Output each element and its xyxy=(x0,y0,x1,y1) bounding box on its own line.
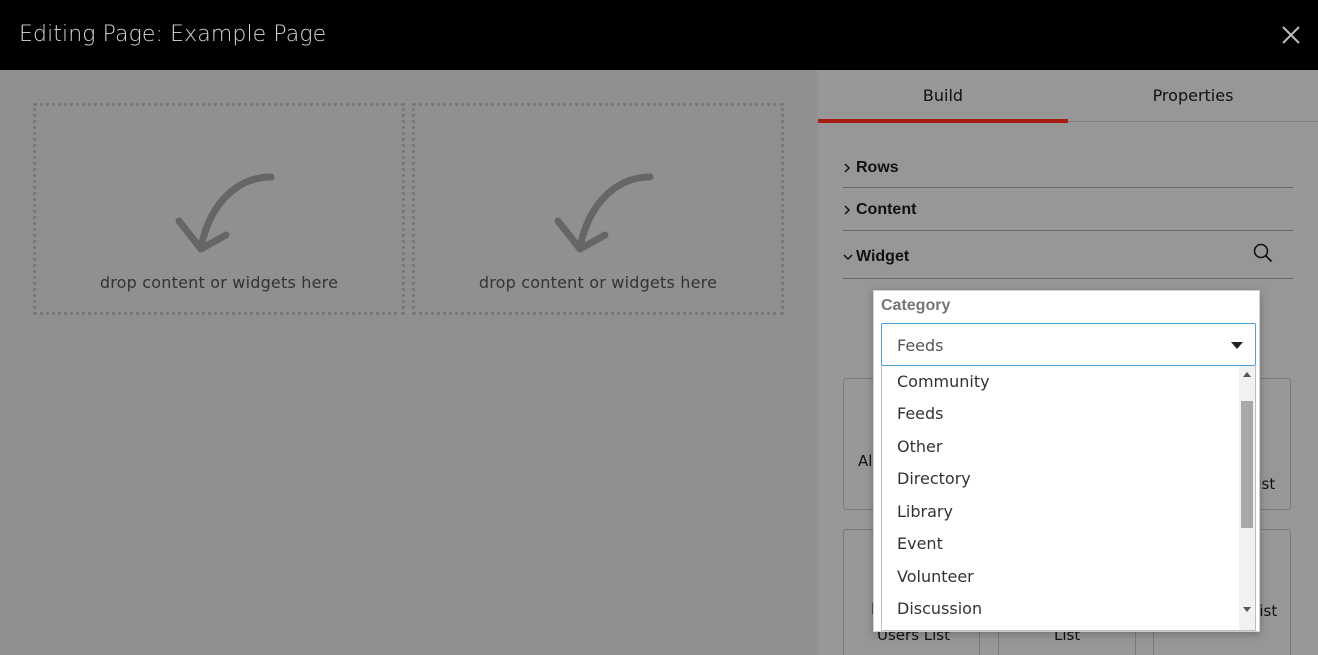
chevron-right-icon xyxy=(844,205,851,215)
curved-arrow-icon xyxy=(175,173,275,253)
section-rows[interactable]: Rows xyxy=(843,146,1293,188)
option-community[interactable]: Community xyxy=(897,372,990,391)
dropzone-hint: drop content or widgets here xyxy=(99,273,339,292)
curved-arrow-icon xyxy=(554,173,654,253)
section-label: Rows xyxy=(856,159,899,176)
option-feeds[interactable]: Feeds xyxy=(897,404,944,423)
option-directory[interactable]: Directory xyxy=(897,469,971,488)
category-label: Category xyxy=(881,297,951,314)
dropzone-left[interactable]: drop content or widgets here xyxy=(33,103,405,315)
tab-build[interactable]: Build xyxy=(818,70,1068,123)
close-icon[interactable] xyxy=(1280,24,1302,46)
scroll-up-icon[interactable] xyxy=(1243,372,1251,377)
section-label: Content xyxy=(856,201,917,218)
chevron-down-icon xyxy=(1231,342,1243,349)
option-library[interactable]: Library xyxy=(897,502,953,521)
chevron-right-icon xyxy=(844,163,851,173)
dropzone-hint: drop content or widgets here xyxy=(478,273,718,292)
option-event[interactable]: Event xyxy=(897,534,943,553)
option-discussion[interactable]: Discussion xyxy=(897,599,982,618)
scrollbar-thumb[interactable] xyxy=(1241,401,1253,528)
panel-tabs: Build Properties xyxy=(818,70,1318,123)
dropzone-right[interactable]: drop content or widgets here xyxy=(412,103,784,315)
section-content[interactable]: Content xyxy=(843,188,1293,231)
section-widget[interactable]: Widget xyxy=(843,235,1293,279)
category-selected-value: Feeds xyxy=(897,336,944,355)
chevron-down-icon xyxy=(843,254,853,261)
active-tab-indicator xyxy=(818,119,1068,123)
category-popup: Category Feeds Community Feeds Other Dir… xyxy=(873,290,1260,632)
page-title: Editing Page: Example Page xyxy=(19,22,327,47)
category-options-list[interactable]: Community Feeds Other Directory Library … xyxy=(881,366,1256,631)
category-select[interactable]: Feeds xyxy=(881,323,1256,366)
option-volunteer[interactable]: Volunteer xyxy=(897,567,974,586)
page-canvas: drop content or widgets here drop conten… xyxy=(0,70,818,655)
tab-build-label: Build xyxy=(922,86,964,105)
section-label: Widget xyxy=(856,248,910,265)
tab-properties[interactable]: Properties xyxy=(1068,70,1318,122)
editor-header: Editing Page: Example Page xyxy=(0,0,1318,70)
search-icon[interactable] xyxy=(1253,243,1273,263)
option-other[interactable]: Other xyxy=(897,437,942,456)
scroll-down-icon[interactable] xyxy=(1243,607,1251,612)
tab-properties-label: Properties xyxy=(1152,86,1234,105)
options-scrollbar[interactable] xyxy=(1239,366,1255,630)
